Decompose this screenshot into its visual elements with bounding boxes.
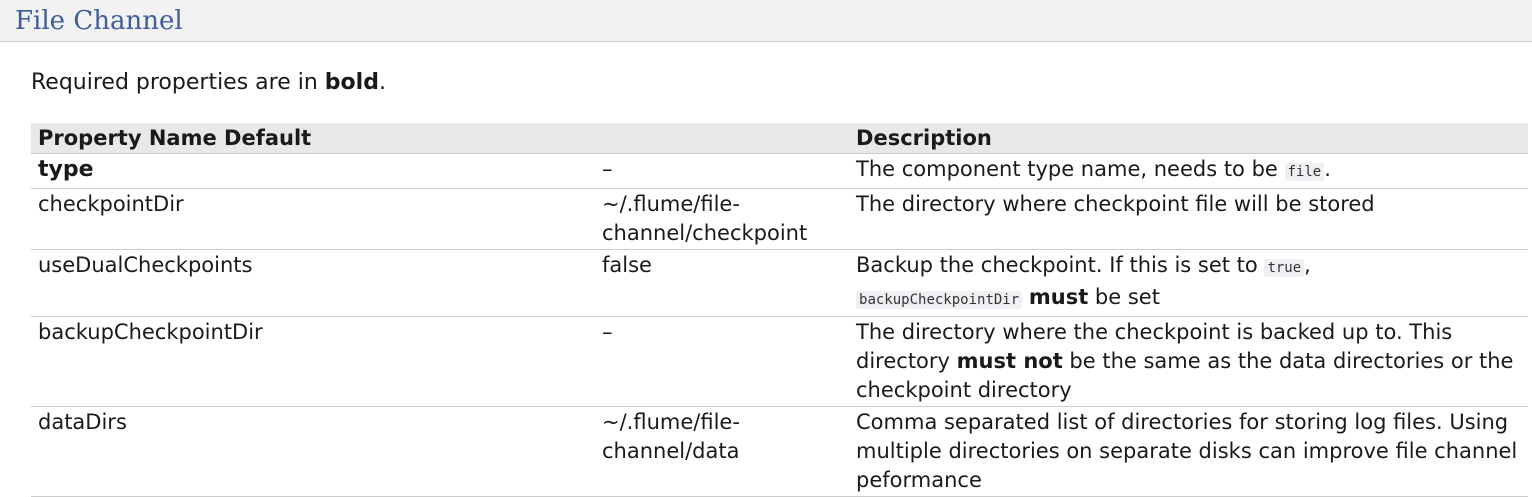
property-name: type bbox=[31, 153, 595, 189]
strong-text: must bbox=[1028, 285, 1089, 309]
property-description: The component type name, needs to be fil… bbox=[849, 153, 1529, 189]
section-header: File Channel bbox=[0, 0, 1532, 42]
properties-table: Property Name Default Description type –… bbox=[31, 123, 1529, 497]
property-default: – bbox=[595, 153, 850, 189]
property-name: backupCheckpointDir bbox=[31, 316, 595, 407]
description-text: . bbox=[1324, 157, 1331, 181]
property-name: useDualCheckpoints bbox=[31, 249, 595, 317]
property-name: dataDirs bbox=[31, 406, 595, 497]
property-description: Backup the checkpoint. If this is set to… bbox=[849, 249, 1529, 317]
description-text: , bbox=[1304, 253, 1311, 277]
property-default: ~/.flume/file-channel/checkpoint bbox=[595, 188, 850, 250]
table-row: useDualCheckpoints false Backup the chec… bbox=[31, 249, 1529, 317]
property-name-text: type bbox=[38, 157, 94, 182]
property-default: – bbox=[595, 316, 850, 407]
table-header-row: Property Name Default Description bbox=[31, 123, 1529, 154]
table-row: backupCheckpointDir – The directory wher… bbox=[31, 316, 1529, 407]
strong-text: must not bbox=[956, 349, 1063, 373]
inline-code: true bbox=[1264, 259, 1305, 277]
table-row: type – The component type name, needs to… bbox=[31, 153, 1529, 189]
property-description: The directory where the checkpoint is ba… bbox=[849, 316, 1529, 407]
property-default: false bbox=[595, 249, 850, 317]
intro-suffix: . bbox=[378, 70, 386, 95]
inline-code: backupCheckpointDir bbox=[856, 291, 1023, 309]
section-title: File Channel bbox=[15, 6, 183, 36]
table-row: checkpointDir ~/.flume/file-channel/chec… bbox=[31, 188, 1529, 250]
inline-code: file bbox=[1284, 163, 1325, 181]
header-name-default: Property Name Default bbox=[31, 123, 850, 154]
property-description: Comma separated list of directories for … bbox=[849, 406, 1529, 497]
intro-prefix: Required properties are in bbox=[31, 70, 325, 95]
property-description: The directory where checkpoint file will… bbox=[849, 188, 1529, 250]
description-text: be set bbox=[1088, 285, 1160, 309]
description-text: Backup the checkpoint. If this is set to bbox=[856, 253, 1265, 277]
intro-paragraph: Required properties are in bold. bbox=[31, 68, 386, 98]
table-row: dataDirs ~/.flume/file-channel/data Comm… bbox=[31, 406, 1529, 497]
description-text: The component type name, needs to be bbox=[856, 157, 1285, 181]
header-description: Description bbox=[849, 123, 1529, 154]
property-default: ~/.flume/file-channel/data bbox=[595, 406, 850, 497]
intro-bold-word: bold bbox=[324, 70, 379, 95]
property-name: checkpointDir bbox=[31, 188, 595, 250]
